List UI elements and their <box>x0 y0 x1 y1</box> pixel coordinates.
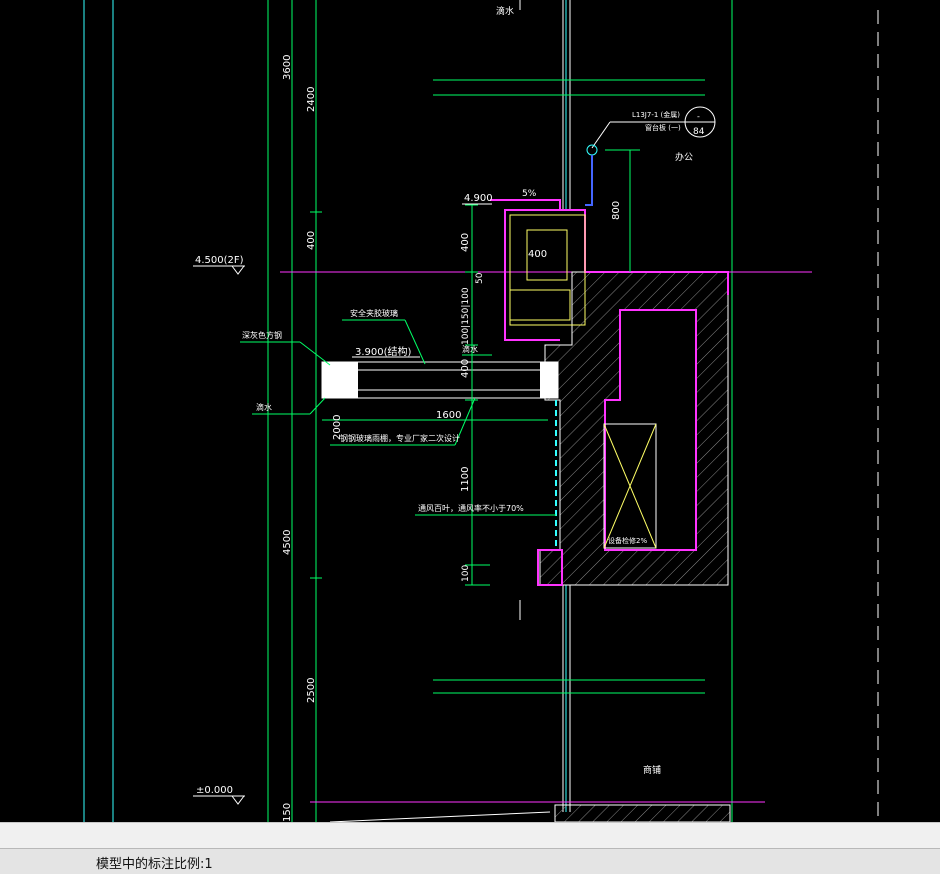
callout-leader <box>591 121 611 149</box>
label-elev-3900: 3.900(结构) <box>355 345 412 358</box>
dim-400-left: 400 <box>306 231 317 250</box>
command-history-area[interactable] <box>0 822 940 848</box>
label-shop: 商铺 <box>643 764 661 776</box>
dim-100: 100 <box>461 565 471 582</box>
dim-3600: 3600 <box>282 55 293 80</box>
dim-2400: 2400 <box>306 87 317 112</box>
label-elev-4500: 4.500(2F) <box>195 255 244 266</box>
level-triangle <box>231 265 245 275</box>
label-slope: 5% <box>522 189 537 199</box>
dim-50: 50 <box>475 272 485 284</box>
dim-400-width: 400 <box>528 249 547 260</box>
label-ref-sub: 窗台板 (一) <box>645 123 681 132</box>
dim-150: 150 <box>282 803 293 822</box>
dim-100-150-100: 100|150|100 <box>461 287 471 345</box>
level-triangle <box>231 795 245 805</box>
label-equipment: 设备检修2% <box>608 536 647 545</box>
parapet-outline <box>490 199 561 341</box>
label-louver-note: 通风百叶，通风率不小于70% <box>418 503 524 513</box>
scale-status-text: 模型中的标注比例:1 <box>96 857 213 872</box>
callout-number: 84 <box>693 127 705 137</box>
ground-slab <box>554 804 731 823</box>
cad-drawing-canvas[interactable]: 滴水 L13J7-1 (金属) 窗台板 (一) - 84 办公 5% 4.900… <box>0 0 940 823</box>
label-elev-0: ±0.000 <box>196 785 233 796</box>
parapet-ledge <box>509 289 571 321</box>
leader-line <box>309 397 326 415</box>
cad-drawing[interactable]: 滴水 L13J7-1 (金属) 窗台板 (一) - 84 办公 5% 4.900… <box>0 0 940 823</box>
dim-1100: 1100 <box>460 467 471 492</box>
command-line[interactable]: 模型中的标注比例:1 <box>0 848 940 874</box>
label-office: 办公 <box>675 151 693 163</box>
dim-2500: 2500 <box>306 678 317 703</box>
dim-400-lower: 400 <box>460 359 471 378</box>
dim-400-upper: 400 <box>460 233 471 252</box>
leader-line <box>299 341 331 366</box>
label-canopy-note: 钢钢玻璃雨棚，专业厂家二次设计 <box>340 433 460 443</box>
dim-2000: 2000 <box>332 415 343 440</box>
label-elev-4900: 4.900 <box>464 193 493 204</box>
label-steel-tube: 深灰色方钢 <box>242 330 282 340</box>
steel-tube-left <box>322 362 358 398</box>
label-ref-code: L13J7-1 (金属) <box>632 110 680 119</box>
ground-line <box>329 811 551 823</box>
dim-1600: 1600 <box>436 410 461 421</box>
dim-4500: 4500 <box>282 530 293 555</box>
window-sill <box>585 155 593 206</box>
label-safety-glass: 安全夹胶玻璃 <box>350 308 398 318</box>
callout-dash: - <box>697 112 700 121</box>
dim-800: 800 <box>611 201 622 220</box>
label-drain-top: 滴水 <box>496 5 514 17</box>
label-drain-left: 滴水 <box>256 402 272 412</box>
callout-origin <box>586 144 598 156</box>
steel-tube-right <box>540 362 558 398</box>
